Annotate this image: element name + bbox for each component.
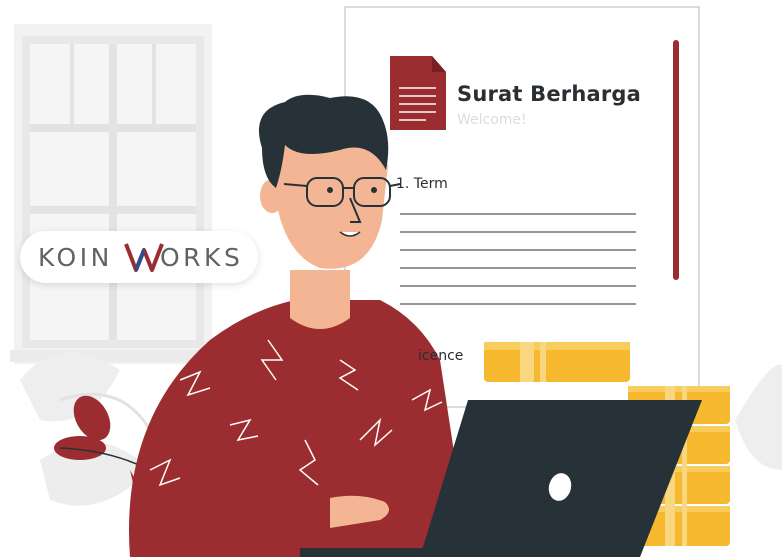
window-illustration	[10, 24, 216, 364]
logo-text-right: ORKS	[160, 243, 244, 272]
document-licence-fragment: icence	[418, 348, 464, 364]
leaf-decoration-right	[735, 364, 782, 470]
document-subtitle: Welcome!	[457, 112, 527, 128]
illustration-scene: Surat Berharga Welcome! 1. Term icence K…	[0, 0, 782, 557]
logo-w-icon	[124, 243, 164, 272]
document-title: Surat Berharga	[457, 82, 642, 106]
logo-text-left: KOIN	[38, 243, 113, 272]
document-term-item: 1. Term	[396, 176, 448, 192]
